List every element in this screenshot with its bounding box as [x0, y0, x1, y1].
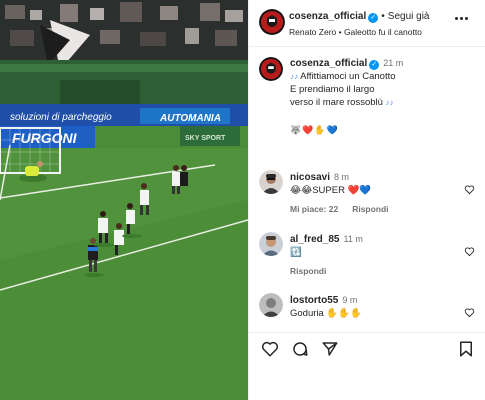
- football-match-frame: soluzioni di parcheggio AUTOMANIA FURGON…: [0, 0, 248, 400]
- post-media[interactable]: soluzioni di parcheggio AUTOMANIA FURGON…: [0, 0, 248, 400]
- header-line: cosenza_official ✓ • Segui già: [289, 11, 429, 23]
- bookmark-save-icon[interactable]: [457, 340, 475, 358]
- comment-time: 11 m: [343, 234, 363, 244]
- ad-board-furgoni: FURGONI: [12, 130, 78, 146]
- caption-emojis: 🐺❤️✋💙: [290, 125, 339, 135]
- more-options-icon[interactable]: [455, 17, 469, 21]
- comment-header: al_fred_85 11 m: [290, 234, 363, 245]
- comment-actions: Rispondi: [290, 266, 340, 276]
- comment-likes[interactable]: Mi piace: 22: [290, 204, 338, 214]
- caption-line-2: E prendiamo il largo: [290, 84, 375, 95]
- comment-time: 9 m: [342, 295, 358, 305]
- like-heart-icon[interactable]: [261, 340, 279, 358]
- comment-header: nicosavi 8 m: [290, 172, 349, 183]
- comment-header: lostorto55 9 m: [290, 295, 357, 306]
- caption-line-3: verso il mare rossoblù ♪♪: [290, 97, 394, 108]
- post-action-bar: [249, 332, 485, 372]
- reply-button[interactable]: Rispondi: [352, 204, 388, 214]
- post-sidebar: cosenza_official ✓ • Segui già Renato Zero …: [248, 0, 485, 400]
- comment-username[interactable]: nicosavi: [290, 172, 330, 183]
- verified-badge-icon: ✓: [369, 60, 380, 70]
- ad-board-parking: soluzioni di parcheggio: [10, 112, 112, 123]
- caption-line-1: ♪♪ Affittiamoci un Canotto: [290, 71, 396, 82]
- commenter-avatar[interactable]: [259, 232, 283, 256]
- music-note-icon: ♪♪: [385, 98, 394, 107]
- like-heart-icon[interactable]: [464, 184, 475, 195]
- following-button[interactable]: Segui già: [388, 11, 430, 22]
- commenter-avatar[interactable]: [259, 293, 283, 317]
- post-header: cosenza_official ✓ • Segui già Renato Zero …: [249, 0, 485, 47]
- comment-text: 😂😂SUPER ❤️💙: [290, 185, 372, 196]
- music-note-icon: ♪♪: [290, 72, 298, 81]
- like-heart-icon[interactable]: [464, 246, 475, 257]
- caption-header: cosenza_official ✓ 21 m: [290, 58, 403, 70]
- ad-board-automania: AUTOMANIA: [159, 113, 221, 124]
- comment-time: 8 m: [334, 172, 350, 182]
- comment-bubble-icon[interactable]: [291, 340, 309, 358]
- comment-username[interactable]: lostorto55: [290, 295, 338, 306]
- comment-text: 🔃: [290, 247, 302, 258]
- ad-board-sky: SKY SPORT: [185, 135, 226, 142]
- verified-badge-icon: ✓: [368, 13, 379, 23]
- header-username[interactable]: cosenza_official: [289, 11, 366, 22]
- separator-dot: •: [381, 11, 385, 22]
- caption-username[interactable]: cosenza_official: [290, 58, 367, 69]
- avatar[interactable]: [259, 9, 285, 35]
- comment-actions: Mi piace: 22 Rispondi: [290, 204, 403, 214]
- like-heart-icon[interactable]: [464, 307, 475, 318]
- share-send-icon[interactable]: [321, 340, 339, 358]
- commenter-avatar[interactable]: [259, 170, 283, 194]
- caption-avatar[interactable]: [259, 57, 283, 81]
- reply-button[interactable]: Rispondi: [290, 266, 326, 276]
- comment-username[interactable]: al_fred_85: [290, 234, 339, 245]
- comment-text: Goduria ✋✋✋: [290, 308, 362, 319]
- caption-time: 21 m: [383, 58, 404, 68]
- audio-track-link[interactable]: Renato Zero • Galeotto fu il canotto: [289, 27, 422, 37]
